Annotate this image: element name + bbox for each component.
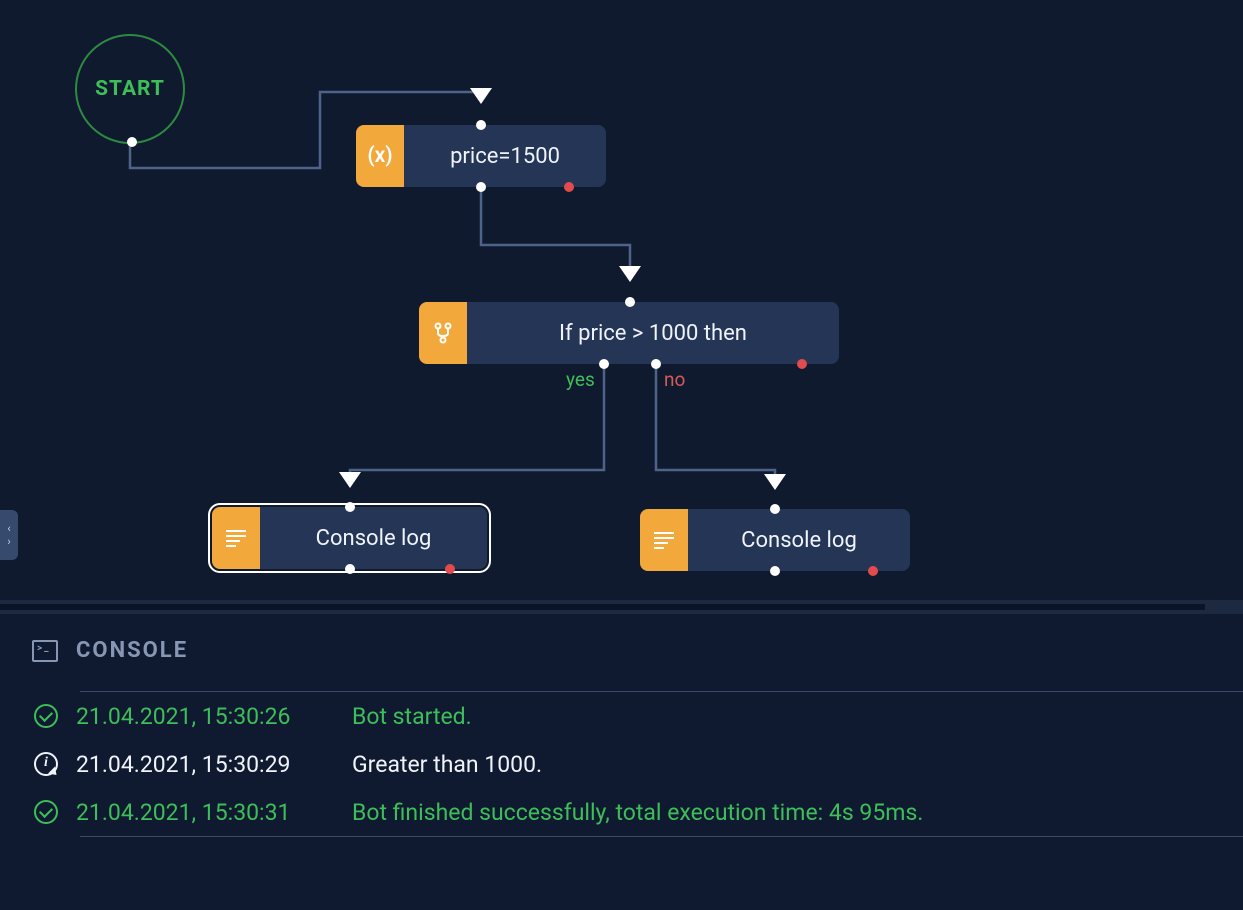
error-port[interactable] [564,182,574,192]
console-message: Greater than 1000. [352,751,542,778]
port-out[interactable] [127,137,137,147]
branch-label-no: no [664,368,685,391]
console-icon: >_ [32,640,58,662]
port-out[interactable] [770,566,780,576]
console-message: Bot finished successfully, total executi… [352,799,923,826]
branch-icon [419,302,467,364]
variable-icon: (x) [356,125,404,187]
console-title: CONSOLE [76,638,188,663]
start-node[interactable]: START [75,34,185,144]
chevron-left-icon: ‹ [7,522,10,535]
start-label: START [95,77,165,101]
port-in[interactable] [345,502,355,512]
arrowhead-icon [764,474,786,490]
chevron-right-icon: › [7,535,10,548]
console-header: >_ CONSOLE [32,638,1243,663]
port-out[interactable] [345,564,355,574]
node-if-condition[interactable]: If price > 1000 then [419,302,839,364]
node-console-log-yes[interactable]: Console log [212,507,487,569]
arrowhead-icon [470,88,492,104]
console-panel: >_ CONSOLE 21.04.2021, 15:30:26 Bot star… [0,614,1243,910]
node-label: Console log [688,509,910,571]
console-message: Bot started. [352,703,472,730]
console-row: 21.04.2021, 15:30:26 Bot started. [80,692,1243,740]
node-label: price=1500 [404,125,606,187]
port-in[interactable] [625,297,635,307]
error-port[interactable] [445,564,455,574]
error-port[interactable] [868,566,878,576]
edges-layer [0,0,1243,600]
console-row: 21.04.2021, 15:30:29 Greater than 1000. [80,740,1243,788]
panel-divider[interactable] [0,600,1243,614]
console-timestamp: 21.04.2021, 15:30:29 [76,751,336,778]
info-icon [32,750,60,778]
console-row: 21.04.2021, 15:30:31 Bot finished succes… [80,788,1243,836]
flow-canvas[interactable]: START (x) price=1500 If price > 1000 the… [0,0,1243,600]
port-out[interactable] [476,182,486,192]
node-console-log-no[interactable]: Console log [640,509,910,571]
log-icon [212,507,260,569]
node-label: Console log [260,507,487,569]
check-icon [32,702,60,730]
arrowhead-icon [339,472,361,488]
port-in[interactable] [770,504,780,514]
log-icon [640,509,688,571]
port-yes[interactable] [599,359,609,369]
error-port[interactable] [797,359,807,369]
branch-label-yes: yes [566,368,595,391]
console-timestamp: 21.04.2021, 15:30:31 [76,799,336,826]
arrowhead-icon [619,266,641,282]
port-in[interactable] [476,120,486,130]
port-no[interactable] [651,359,661,369]
node-label: If price > 1000 then [467,302,839,364]
side-panel-toggle[interactable]: ‹ › [0,510,18,560]
console-timestamp: 21.04.2021, 15:30:26 [76,703,336,730]
node-assign-variable[interactable]: (x) price=1500 [356,125,606,187]
console-rows: 21.04.2021, 15:30:26 Bot started. 21.04.… [80,691,1243,837]
check-icon [32,798,60,826]
